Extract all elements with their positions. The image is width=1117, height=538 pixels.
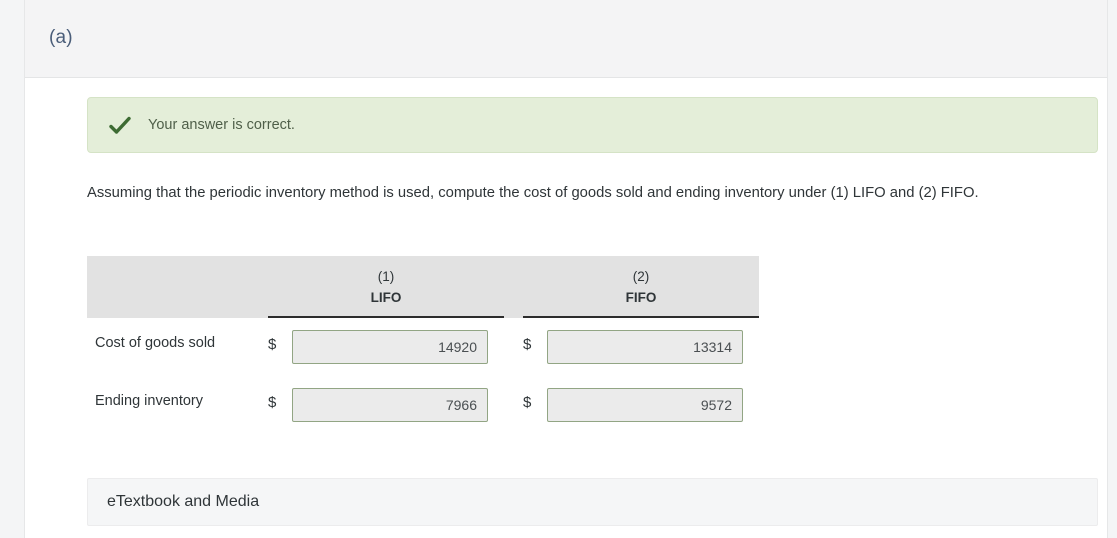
banner-message: Your answer is correct. [148,117,295,133]
currency-symbol: $ [268,336,277,353]
currency-symbol: $ [523,394,532,411]
part-header: (a) [25,0,1107,78]
input-cost-of-goods-sold-fifo[interactable] [547,330,743,364]
answer-table: (1) LIFO (2) FIFO Cost of goods sold $ $ [87,256,759,434]
column-name-fifo: FIFO [625,290,657,305]
column-name-lifo: LIFO [370,290,402,305]
row-label-ending-inventory: Ending inventory [95,393,204,409]
currency-symbol: $ [523,336,532,353]
table-header-row: (1) LIFO (2) FIFO [87,256,759,318]
question-screen: (a) Your answer is correct. Assuming tha… [0,0,1117,538]
table-row: Ending inventory $ $ [87,376,759,434]
currency-symbol: $ [268,394,277,411]
check-icon [108,114,132,138]
etextbook-label: eTextbook and Media [107,493,260,510]
question-prompt: Assuming that the periodic inventory met… [87,185,979,201]
question-page: (a) Your answer is correct. Assuming tha… [24,0,1108,538]
column-number-1: (1) [377,269,395,284]
part-label: (a) [49,27,73,48]
input-ending-inventory-lifo[interactable] [292,388,488,422]
input-cost-of-goods-sold-lifo[interactable] [292,330,488,364]
column-number-2: (2) [632,269,650,284]
correct-answer-banner: Your answer is correct. [87,97,1098,153]
column-header-lifo: (1) LIFO [268,266,504,308]
table-row: Cost of goods sold $ $ [87,318,759,376]
column-header-fifo: (2) FIFO [523,266,759,308]
row-label-cost-of-goods-sold: Cost of goods sold [95,335,216,351]
input-ending-inventory-fifo[interactable] [547,388,743,422]
etextbook-and-media-bar[interactable]: eTextbook and Media [87,478,1098,526]
